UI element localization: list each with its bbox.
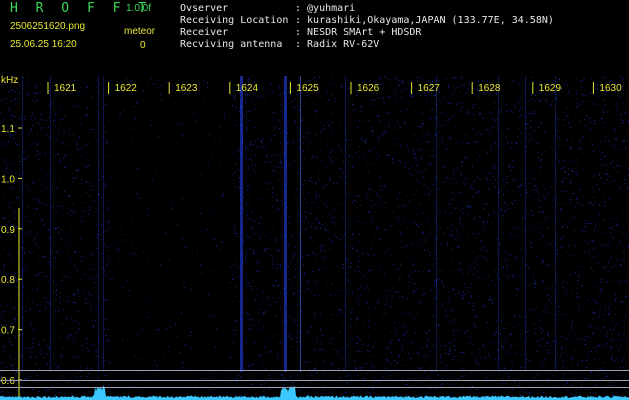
signal-stripe [525,76,526,372]
antenna-key: Recviving antenna [180,39,283,50]
observer-value: : @yuhmari [295,3,356,14]
noise-layer [0,76,629,400]
location-key: Receiving Location [180,15,289,26]
file-name: 2506251620.png [10,21,86,32]
x-tick-label: 1629 [539,83,562,94]
x-tick-label: 1622 [115,83,138,94]
reference-line-1 [0,370,629,371]
x-tick-label: 1628 [478,83,501,94]
signal-stripe [300,76,301,372]
x-tick-label: 1627 [418,83,441,94]
x-tick-label: 1623 [175,83,198,94]
signal-stripe [22,76,23,372]
signal-stripe [498,76,499,372]
x-tick-label: 1624 [236,83,259,94]
signal-stripe [555,76,556,372]
receiver-key: Receiver [180,27,229,38]
y-tick-label: 0.7 [1,326,15,337]
antenna-value: : Radix RV-62V [295,39,380,50]
meteor-count: 0 [140,40,146,51]
signal-stripe [98,76,99,372]
x-tick-label: 1630 [599,83,622,94]
y-tick-label: 0.8 [1,275,15,286]
file-datetime: 25.06.25 16:20 [10,39,77,50]
signal-stripes [22,76,556,372]
signal-stripe [240,76,243,372]
y-tick-label: 1.1 [1,124,15,135]
signal-stripe [436,76,437,372]
header-panel: H R O F F T 1.0.0f 2506251620.png 25.06.… [0,0,629,86]
app-version: 1.0.0f [126,3,152,14]
x-tick-label: 1625 [296,83,319,94]
x-tick-label: 1621 [54,83,77,94]
location-value: : kurashiki,Okayama,JAPAN (133.77E, 34.5… [295,15,554,26]
signal-stripe [345,76,346,372]
y-tick-label: 1.0 [1,174,15,185]
spectrogram: 1621 1622 1623 1624 1625 1626 1627 1628 1629 1630… [0,76,629,400]
signal-stripe [50,76,51,372]
reference-line-3 [0,387,629,388]
reference-line-2 [0,380,629,381]
signal-stripe [103,76,104,372]
observer-key: Ovserver [180,3,229,14]
signal-stripe [284,76,287,372]
meteor-label: meteor [124,26,156,37]
y-tick-label: 0.6 [1,376,15,387]
y-tick-label: 0.9 [1,225,15,236]
x-tick-label: 1626 [357,83,380,94]
receiver-value: : NESDR SMArt + HDSDR [295,27,422,38]
